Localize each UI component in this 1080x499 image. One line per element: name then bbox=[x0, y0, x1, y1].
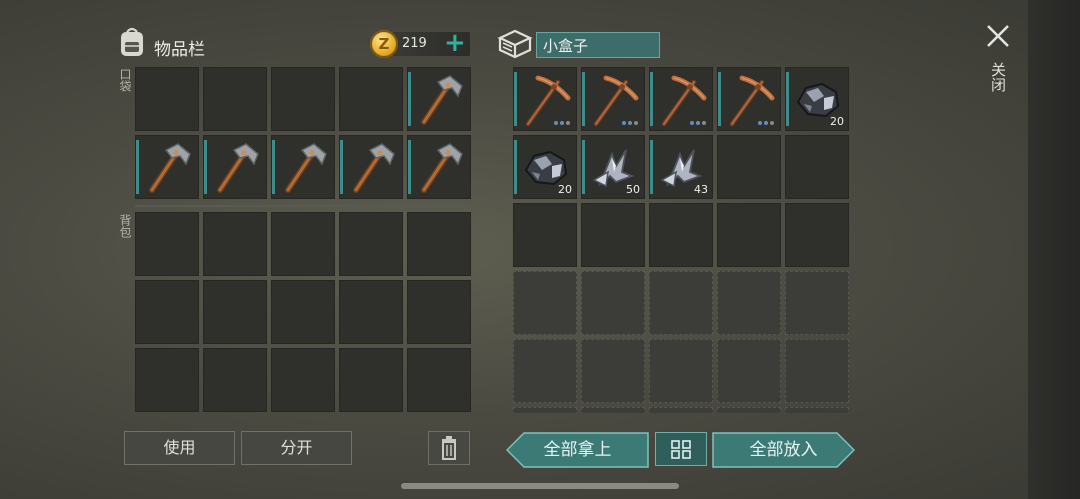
durability-dots bbox=[554, 121, 570, 125]
pocket-label: 口袋 bbox=[118, 68, 132, 92]
empty-slot[interactable] bbox=[203, 67, 267, 131]
stone-hammer-icon bbox=[421, 143, 463, 193]
container-name-field[interactable]: 小盒子 bbox=[536, 32, 660, 58]
stone-hammer-icon bbox=[217, 143, 259, 193]
empty-slot[interactable] bbox=[203, 348, 267, 412]
item-slot-iron-ore[interactable]: 20 bbox=[785, 67, 849, 131]
backpack-grid bbox=[135, 212, 471, 413]
empty-slot[interactable] bbox=[717, 203, 781, 267]
item-quantity: 43 bbox=[694, 183, 708, 196]
empty-slot[interactable] bbox=[135, 212, 199, 276]
backpack-label: 背包 bbox=[118, 214, 132, 238]
stone-hammer-icon bbox=[421, 75, 463, 125]
close-label[interactable]: 关闭 bbox=[988, 62, 1009, 92]
empty-slot[interactable] bbox=[339, 280, 403, 344]
empty-slot[interactable] bbox=[339, 212, 403, 276]
empty-slot[interactable] bbox=[135, 280, 199, 344]
durability-dots bbox=[758, 121, 774, 125]
empty-slot[interactable] bbox=[717, 135, 781, 199]
item-quantity: 50 bbox=[626, 183, 640, 196]
empty-slot[interactable] bbox=[513, 203, 577, 267]
stone-hammer-icon bbox=[285, 143, 327, 193]
empty-slot[interactable] bbox=[785, 203, 849, 267]
stone-hammer-icon bbox=[149, 143, 191, 193]
inventory-title: 物品栏 bbox=[154, 40, 205, 60]
empty-slot[interactable] bbox=[339, 348, 403, 412]
empty-slot[interactable] bbox=[271, 348, 335, 412]
empty-slot[interactable] bbox=[513, 339, 577, 403]
item-slot-copper-pickaxe[interactable] bbox=[717, 67, 781, 131]
split-button[interactable]: 分开 bbox=[241, 431, 352, 465]
empty-slot[interactable] bbox=[649, 339, 713, 403]
empty-slot[interactable] bbox=[271, 67, 335, 131]
stone-hammer-icon bbox=[353, 143, 395, 193]
empty-slot[interactable] bbox=[649, 271, 713, 335]
coin-symbol: Z bbox=[378, 35, 390, 53]
empty-slot[interactable] bbox=[649, 203, 713, 267]
empty-slot[interactable] bbox=[271, 212, 335, 276]
empty-slot[interactable] bbox=[271, 280, 335, 344]
backpack-icon bbox=[121, 27, 143, 56]
item-slot-stone-hammer[interactable] bbox=[407, 67, 471, 131]
use-button[interactable]: 使用 bbox=[124, 431, 235, 465]
empty-slot[interactable] bbox=[785, 135, 849, 199]
item-quantity: 20 bbox=[558, 183, 572, 196]
empty-slot[interactable] bbox=[513, 407, 577, 413]
grid-sort-icon bbox=[671, 440, 691, 459]
coin-count: 219 bbox=[402, 36, 427, 51]
item-slot-iron-ore[interactable]: 20 bbox=[513, 135, 577, 199]
item-slot-copper-pickaxe[interactable] bbox=[581, 67, 645, 131]
empty-slot[interactable] bbox=[407, 212, 471, 276]
sort-button[interactable] bbox=[655, 432, 707, 466]
empty-slot[interactable] bbox=[203, 280, 267, 344]
pocket-grid bbox=[135, 67, 471, 199]
coin-icon: Z bbox=[370, 30, 398, 58]
item-slot-stone-hammer[interactable] bbox=[339, 135, 403, 199]
item-slot-stone-hammer[interactable] bbox=[407, 135, 471, 199]
take-all-button[interactable]: 全部拿上 bbox=[506, 432, 649, 468]
empty-slot[interactable] bbox=[135, 67, 199, 131]
empty-slot[interactable] bbox=[581, 407, 645, 413]
item-slot-stone-hammer[interactable] bbox=[271, 135, 335, 199]
put-all-button[interactable]: 全部放入 bbox=[712, 432, 855, 468]
empty-slot[interactable] bbox=[717, 271, 781, 335]
right-edge-panel bbox=[1028, 0, 1080, 499]
box-icon bbox=[497, 29, 533, 59]
add-coins-button[interactable]: + bbox=[444, 28, 466, 58]
take-all-label: 全部拿上 bbox=[543, 440, 612, 460]
empty-slot[interactable] bbox=[785, 271, 849, 335]
container-grid: 20 20 50 43 bbox=[513, 67, 849, 413]
item-slot-iron-scrap[interactable]: 43 bbox=[649, 135, 713, 199]
empty-slot[interactable] bbox=[203, 212, 267, 276]
empty-slot[interactable] bbox=[513, 271, 577, 335]
item-slot-stone-hammer[interactable] bbox=[203, 135, 267, 199]
item-quantity: 20 bbox=[830, 115, 844, 128]
item-slot-iron-scrap[interactable]: 50 bbox=[581, 135, 645, 199]
empty-slot[interactable] bbox=[407, 348, 471, 412]
empty-slot[interactable] bbox=[407, 280, 471, 344]
trash-icon bbox=[442, 436, 456, 460]
close-icon[interactable] bbox=[984, 22, 1012, 50]
empty-slot[interactable] bbox=[785, 339, 849, 403]
empty-slot[interactable] bbox=[135, 348, 199, 412]
empty-slot[interactable] bbox=[581, 339, 645, 403]
section-divider bbox=[135, 205, 470, 207]
put-all-label: 全部放入 bbox=[749, 440, 818, 460]
empty-slot[interactable] bbox=[581, 203, 645, 267]
empty-slot[interactable] bbox=[649, 407, 713, 413]
empty-slot[interactable] bbox=[339, 67, 403, 131]
empty-slot[interactable] bbox=[717, 407, 781, 413]
item-slot-copper-pickaxe[interactable] bbox=[513, 67, 577, 131]
home-indicator[interactable] bbox=[401, 483, 679, 489]
trash-button[interactable] bbox=[428, 431, 470, 465]
empty-slot[interactable] bbox=[581, 271, 645, 335]
item-slot-copper-pickaxe[interactable] bbox=[649, 67, 713, 131]
item-slot-stone-hammer[interactable] bbox=[135, 135, 199, 199]
durability-dots bbox=[622, 121, 638, 125]
empty-slot[interactable] bbox=[717, 339, 781, 403]
durability-dots bbox=[690, 121, 706, 125]
empty-slot[interactable] bbox=[785, 407, 849, 413]
